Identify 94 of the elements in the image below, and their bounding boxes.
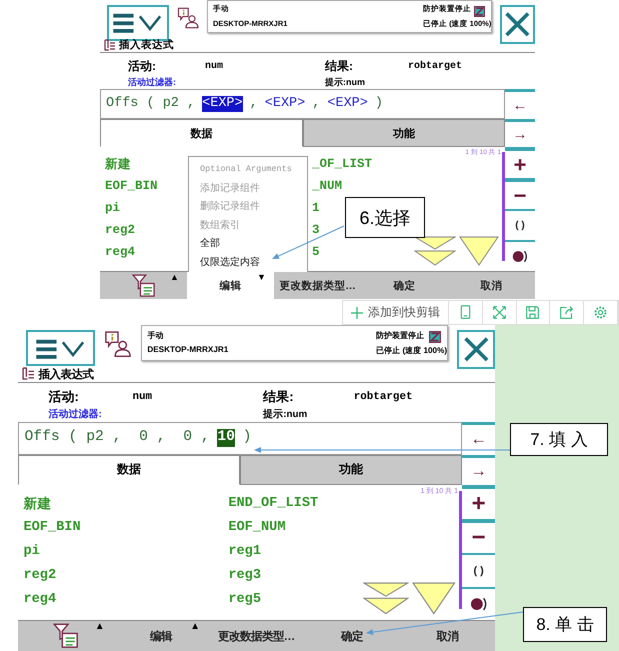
list-item[interactable]: reg4 (23, 592, 56, 607)
label: 活动: (48, 388, 79, 406)
save-icon[interactable] (525, 305, 540, 320)
expression-text: ) (242, 429, 252, 448)
list-item[interactable]: 3 (312, 223, 320, 237)
toolbar-button[interactable]: 确定 (361, 272, 448, 299)
caret-icon[interactable]: ▲ (94, 621, 105, 634)
scroll-down-icon[interactable] (412, 582, 456, 615)
close-button[interactable] (500, 5, 535, 44)
dot-icon[interactable] (468, 597, 488, 612)
insert-icon (22, 367, 36, 381)
label: 结果: (325, 58, 353, 74)
info-person-icon[interactable] (176, 5, 199, 31)
expression-field[interactable]: Offs ( p2 , <EXP> , <EXP> , <EXP> ) (100, 89, 505, 119)
value: num (205, 60, 224, 72)
list-item[interactable]: pi (23, 544, 40, 560)
hint-text: 提示:num (325, 76, 365, 88)
list-item[interactable]: EOF_NUM (228, 520, 286, 536)
callout-box: 8. 单 击 (523, 607, 607, 642)
value: num (132, 390, 152, 403)
tab[interactable]: 功能 (302, 119, 505, 147)
scroll-down-icon[interactable] (459, 236, 499, 266)
caret-icon[interactable]: ▲ (190, 621, 200, 634)
dialog-title: 插入表达式 (38, 367, 94, 382)
page-down-icon[interactable] (414, 236, 456, 266)
value: robtarget (408, 60, 462, 72)
list-item[interactable]: reg5 (228, 592, 262, 607)
callout-box: 6.选择 (345, 197, 425, 238)
expression-text: ) (374, 96, 383, 112)
expand-icon[interactable] (492, 305, 507, 320)
list-item[interactable]: _NUM (312, 179, 342, 193)
status-icon (428, 331, 441, 344)
value-token[interactable]: 10 (217, 429, 236, 448)
expression-text: Offs ( p2 , (106, 96, 196, 112)
page-down-icon[interactable] (363, 582, 409, 615)
status-icon (474, 6, 486, 17)
tab[interactable]: 数据 (100, 119, 302, 147)
list-item[interactable]: reg2 (23, 568, 56, 584)
list-item[interactable]: 新建 (23, 494, 52, 513)
settings-icon[interactable] (593, 305, 608, 320)
toolbar-button[interactable]: 更改数据类型… (208, 621, 304, 651)
value: robtarget (354, 390, 413, 403)
list-item[interactable]: 5 (312, 245, 320, 259)
expression-field[interactable]: Offs ( p2 , 0 , 0 , 10 ) (18, 422, 462, 455)
list-item[interactable]: reg2 (105, 223, 136, 237)
menu-item[interactable]: 仅限选定内容 (200, 252, 260, 271)
status-text: 已停止 (速度 100%) (376, 345, 448, 356)
status-text: DESKTOP-MRRXJR1 (147, 345, 228, 356)
list-item[interactable]: reg1 (228, 544, 262, 560)
toolbar-button[interactable]: 确定 (304, 621, 400, 651)
list-item[interactable]: EOF_BIN (23, 520, 81, 536)
status-text: 防护装置停止 (376, 330, 424, 341)
list-item[interactable]: pi (105, 201, 120, 215)
placeholder-token[interactable]: <EXP> (327, 96, 368, 112)
caret-icon[interactable]: ▼ (256, 272, 266, 283)
status-text: 手动 (147, 330, 164, 341)
placeholder-token[interactable]: <EXP> (202, 96, 243, 112)
label: 活动: (128, 58, 156, 74)
list-item[interactable]: reg4 (105, 245, 136, 259)
list-item[interactable]: 1 (312, 201, 320, 215)
menu-button[interactable] (26, 330, 96, 366)
filter-label: 活动过滤器: (48, 408, 102, 421)
list-item[interactable]: 新建 (105, 156, 131, 172)
label: 结果: (263, 388, 294, 406)
tab[interactable]: 功能 (240, 454, 462, 486)
scroll-bar[interactable] (459, 490, 462, 610)
info-person-icon[interactable] (104, 330, 132, 359)
caret-icon[interactable]: ▲ (170, 272, 179, 283)
toolbar-button[interactable]: 更改数据类型… (274, 272, 361, 299)
placeholder-token[interactable]: <EXP> (264, 96, 306, 112)
toolbar-button[interactable]: 取消 (400, 621, 495, 651)
filter-icon[interactable] (52, 622, 80, 650)
expression-text: , (312, 96, 320, 112)
list-item[interactable]: END_OF_LIST (228, 496, 318, 512)
hint-text: 提示:num (263, 408, 308, 421)
scroll-bar[interactable] (502, 152, 505, 261)
menu-item[interactable]: 全部 (200, 234, 220, 252)
expression-text: , (250, 96, 258, 112)
toolbar-button[interactable]: 取消 (448, 272, 535, 299)
dialog-title: 插入表达式 (119, 38, 174, 52)
callout-box: 7. 填 入 (510, 423, 608, 456)
list-item[interactable]: _OF_LIST (312, 157, 372, 171)
plus-icon[interactable] (351, 306, 363, 318)
expression-text: Offs ( p2 , 0 , 0 , (24, 429, 210, 448)
share-icon[interactable] (559, 305, 574, 320)
dot-icon[interactable] (511, 250, 529, 263)
filter-icon[interactable] (130, 272, 156, 298)
filter-label: 活动过滤器: (128, 76, 176, 88)
tab[interactable]: 数据 (18, 454, 240, 486)
insert-icon (104, 39, 116, 51)
list-item[interactable]: EOF_BIN (105, 179, 158, 193)
menu-button[interactable] (107, 5, 169, 41)
close-button[interactable] (456, 330, 495, 370)
list-item[interactable]: reg3 (228, 568, 262, 584)
